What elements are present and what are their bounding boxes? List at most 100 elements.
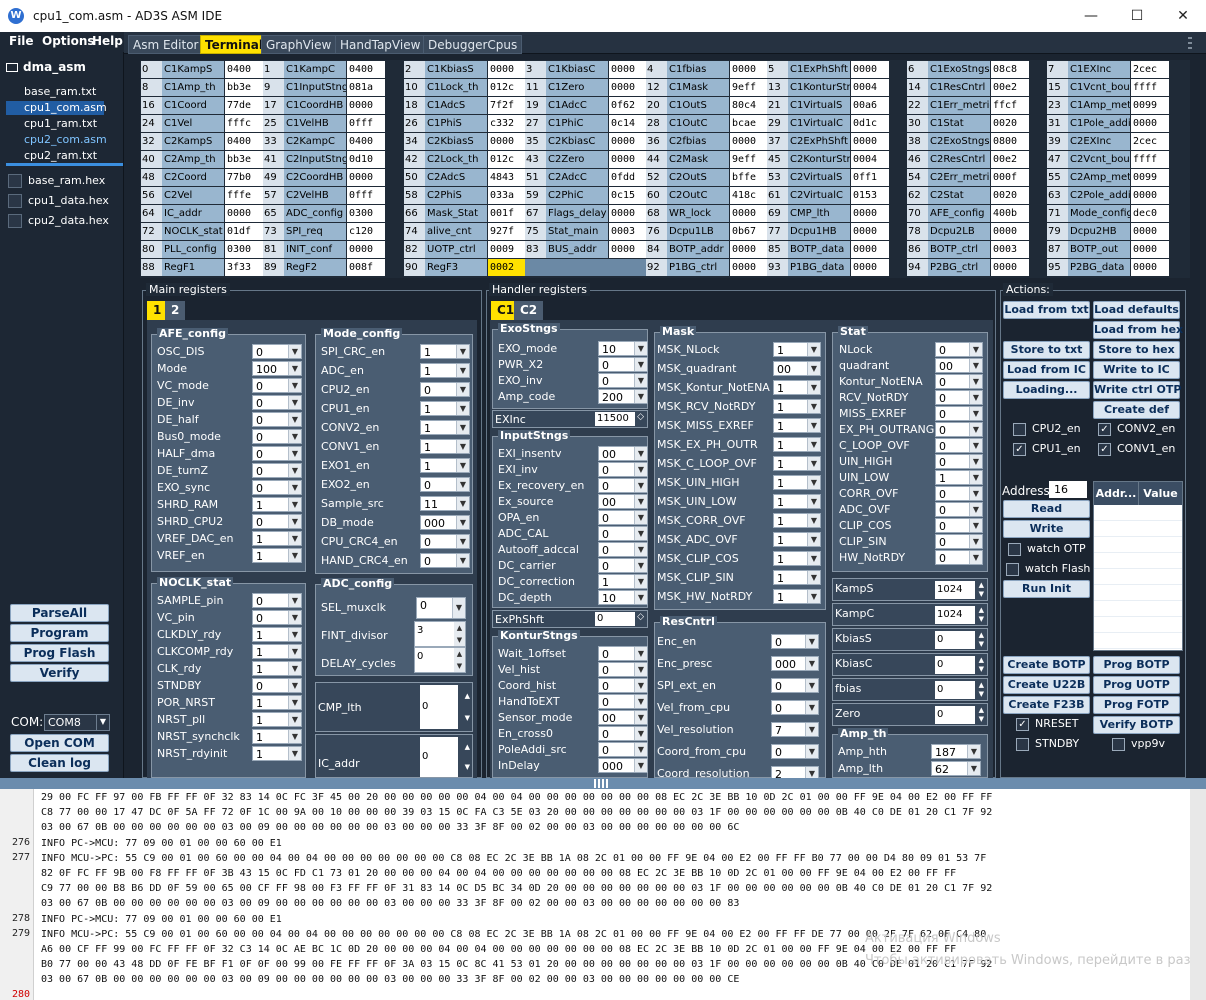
field-select[interactable]: 10 ▼ (598, 341, 648, 356)
register-value[interactable]: 0020 (991, 187, 1029, 204)
create-u22b-button[interactable]: Create U22B (1003, 676, 1090, 694)
nreset-checkbox[interactable]: ✓ NRESET (1016, 716, 1078, 732)
create-botp-button[interactable]: Create BOTP (1003, 656, 1090, 674)
file-item[interactable]: cpu2_ram.txt (24, 149, 97, 163)
spin-arrows-icon[interactable]: ▲ ▼ (465, 685, 470, 729)
verify-button[interactable]: Verify (10, 664, 109, 682)
register-value[interactable]: 0000 (1131, 259, 1169, 276)
field-select[interactable]: 0 ▼ (935, 438, 983, 453)
field-select[interactable]: 000 ▼ (420, 515, 470, 530)
checkbox[interactable] (8, 194, 22, 208)
register-value[interactable]: 0400 (225, 61, 263, 78)
field-select[interactable]: 1 ▼ (598, 574, 648, 589)
tab-handtapview[interactable]: HandTapView (335, 35, 426, 54)
register-value[interactable]: 0000 (851, 223, 889, 240)
field-select[interactable]: 1 ▼ (773, 437, 821, 452)
field-select[interactable]: 0 ▼ (598, 678, 648, 693)
register-value[interactable]: 2cec (1131, 133, 1169, 150)
prog-uotp-button[interactable]: Prog UOTP (1093, 676, 1180, 694)
field-select[interactable]: 0 ▼ (598, 742, 648, 757)
field-select[interactable]: 187 ▼ (931, 744, 981, 759)
spin-arrows-icon[interactable]: ▲ ▼ (979, 631, 984, 649)
register-value[interactable]: 0000 (851, 133, 889, 150)
field-select[interactable]: 0 ▼ (252, 446, 302, 461)
watch-otp-checkbox[interactable]: watch OTP (1008, 541, 1086, 557)
register-value[interactable]: 01df (225, 223, 263, 240)
field-select[interactable]: 1 ▼ (420, 363, 470, 378)
checkbox[interactable] (8, 214, 22, 228)
number-input[interactable]: 1024 (935, 581, 975, 599)
register-value[interactable]: 927f (488, 223, 526, 240)
register-value[interactable]: 0800 (991, 133, 1029, 150)
register-value[interactable]: 0000 (609, 241, 647, 258)
file-item[interactable]: cpu2_com.asm (24, 133, 107, 147)
register-value[interactable]: 0000 (730, 241, 768, 258)
spin-arrows-icon[interactable]: ▲ ▼ (979, 656, 984, 674)
field-select[interactable]: 0 ▼ (252, 593, 302, 608)
register-value[interactable]: 418c (730, 187, 768, 204)
field-select[interactable]: 0 ▼ (420, 534, 470, 549)
maximize-button[interactable]: ☐ (1114, 0, 1160, 32)
register-value[interactable]: 0000 (225, 205, 263, 222)
write-button[interactable]: Write (1003, 520, 1090, 538)
field-select[interactable]: 0 ▼ (935, 342, 983, 357)
load-from-hex-button[interactable]: Load from hex (1093, 321, 1183, 339)
field-select[interactable]: 0 ▼ (598, 662, 648, 677)
field-select[interactable]: 1 ▼ (420, 439, 470, 454)
field-select[interactable]: 0 ▼ (771, 678, 819, 693)
field-select[interactable]: 1 ▼ (252, 729, 302, 744)
register-value[interactable]: 0000 (730, 205, 768, 222)
register-value[interactable]: 0000 (991, 259, 1029, 276)
register-value[interactable]: 0000 (488, 133, 526, 150)
field-select[interactable]: 0 ▼ (598, 462, 648, 477)
field-select[interactable]: 0 ▼ (935, 374, 983, 389)
store-to-hex-button[interactable]: Store to hex (1093, 341, 1180, 359)
field-select[interactable]: 0 ▼ (420, 477, 470, 492)
field-select[interactable]: 00 ▼ (598, 494, 648, 509)
field-select[interactable]: 0 ▼ (598, 357, 648, 372)
hex-file-item[interactable]: base_ram.hex (8, 172, 105, 190)
register-value[interactable]: 0000 (347, 241, 385, 258)
table-header-addr[interactable]: Addr... (1094, 482, 1138, 505)
register-value[interactable]: 0003 (991, 241, 1029, 258)
field-select[interactable]: 0 ▼ (771, 634, 819, 649)
register-value[interactable]: fffc (225, 115, 263, 132)
delay-cycles-spin[interactable]: 0 ▲ ▼ (414, 647, 466, 673)
field-select[interactable]: 00 ▼ (935, 358, 983, 373)
field-select[interactable]: 0 ▼ (598, 526, 648, 541)
register-value[interactable]: 081a (347, 79, 385, 96)
tab-graphview[interactable]: GraphView (261, 35, 337, 54)
register-value[interactable]: bffe (730, 169, 768, 186)
terminal-log[interactable]: 29 00 FC FF 97 00 FB FF FF 0F 32 83 14 0… (0, 789, 1206, 1000)
register-value[interactable]: 4843 (488, 169, 526, 186)
field-select[interactable]: 1 ▼ (773, 551, 821, 566)
register-value[interactable]: 0003 (609, 223, 647, 240)
field-select[interactable]: 0 ▼ (935, 550, 983, 565)
register-value[interactable]: 0000 (347, 169, 385, 186)
register-value[interactable]: 0400 (347, 61, 385, 78)
field-select[interactable]: 1 ▼ (935, 470, 983, 485)
table-header-value[interactable]: Value (1138, 482, 1182, 505)
register-value[interactable]: 3f33 (225, 259, 263, 276)
parse-all-button[interactable]: ParseAll (10, 604, 109, 622)
register-value[interactable]: 00a6 (851, 97, 889, 114)
number-input[interactable]: 0 (935, 631, 975, 649)
handler-tab-c2[interactable]: C2 (514, 301, 544, 320)
register-value[interactable]: 0b67 (730, 223, 768, 240)
field-select[interactable]: 0 ▼ (252, 429, 302, 444)
register-value[interactable]: 0f62 (609, 97, 647, 114)
field-select[interactable]: 0 ▼ (935, 486, 983, 501)
register-value[interactable]: ffcf (991, 97, 1029, 114)
register-value[interactable]: 0d1c (851, 115, 889, 132)
field-select[interactable]: 1 ▼ (252, 746, 302, 761)
field-select[interactable]: 1 ▼ (773, 532, 821, 547)
field-select[interactable]: 1 ▼ (252, 627, 302, 642)
conv1-en-checkbox[interactable]: ✓ CONV1_en (1098, 441, 1175, 457)
field-select[interactable]: 0 ▼ (935, 502, 983, 517)
prog-flash-button[interactable]: Prog Flash (10, 644, 109, 662)
field-select[interactable]: 1 ▼ (252, 712, 302, 727)
run-init-button[interactable]: Run Init (1003, 580, 1090, 598)
watch-flash-checkbox[interactable]: watch Flash (1006, 561, 1090, 577)
write-ctrl-otp-button[interactable]: Write ctrl OTP (1093, 381, 1181, 399)
register-value[interactable]: 400b (991, 205, 1029, 222)
